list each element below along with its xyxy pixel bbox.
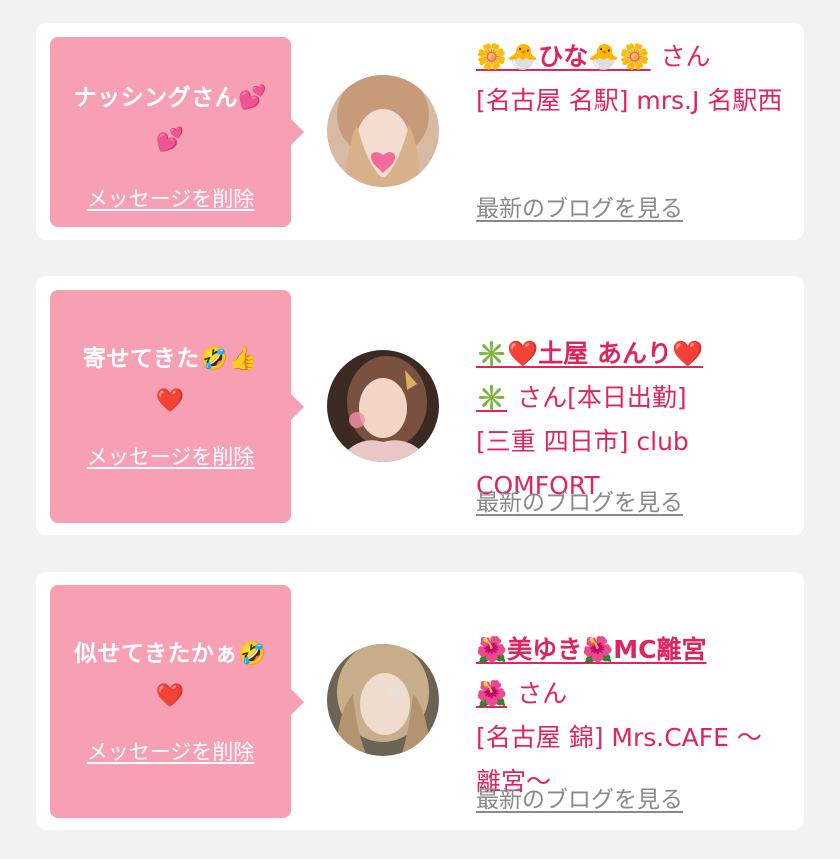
girl-info: 🌼🐣ひな🐣🌼 さん [名古屋 名駅] mrs.J 名駅西 (476, 35, 786, 123)
message-card: ナッシングさん💕 💕 メッセージを削除 🌼🐣ひな🐣🌼 さん [名古屋 名駅] mr… (36, 23, 804, 240)
girl-suffix: さん (517, 679, 568, 708)
delete-message-link[interactable]: メッセージを削除 (50, 441, 291, 471)
latest-blog-link[interactable]: 最新のブログを見る (476, 780, 683, 814)
girl-name-link[interactable]: 🌺美ゆき🌺MC離宮 🌺 (476, 635, 706, 708)
message-card: 似せてきたかぁ🤣 ❤️ メッセージを削除 🌺美ゆき🌺MC離宮 🌺 さん [名古屋 … (36, 572, 804, 830)
girl-info: 🌺美ゆき🌺MC離宮 🌺 さん [名古屋 錦] Mrs.CAFE 〜離宮〜 (476, 584, 786, 804)
message-text: 寄せてきた🤣👍 ❤️ (82, 346, 259, 414)
girl-name-link[interactable]: 🌼🐣ひな🐣🌼 (476, 42, 651, 71)
latest-blog-link[interactable]: 最新のブログを見る (476, 189, 683, 223)
avatar[interactable] (327, 75, 439, 187)
message-bubble: 寄せてきた🤣👍 ❤️ メッセージを削除 (50, 290, 304, 523)
girl-info: ✳️❤️土屋 あんり❤️ ✳️ さん[本日出勤] [三重 四日市] club CO… (476, 288, 786, 508)
message-bubble: 似せてきたかぁ🤣 ❤️ メッセージを削除 (50, 585, 304, 818)
delete-message-link[interactable]: メッセージを削除 (50, 736, 291, 766)
girl-suffix: さん[本日出勤] (517, 383, 687, 412)
girl-suffix: さん (660, 42, 711, 71)
latest-blog-link[interactable]: 最新のブログを見る (476, 483, 683, 517)
message-text: ナッシングさん💕 💕 (73, 85, 268, 153)
message-card: 寄せてきた🤣👍 ❤️ メッセージを削除 ✳️❤️土屋 あんり❤️ ✳️ さん[本日… (36, 276, 804, 535)
shop-name: [名古屋 名駅] mrs.J 名駅西 (476, 86, 783, 115)
message-bubble: ナッシングさん💕 💕 メッセージを削除 (50, 37, 304, 227)
avatar[interactable] (327, 644, 439, 756)
avatar[interactable] (327, 350, 439, 462)
message-text: 似せてきたかぁ🤣 ❤️ (74, 641, 267, 709)
delete-message-link[interactable]: メッセージを削除 (50, 183, 291, 213)
